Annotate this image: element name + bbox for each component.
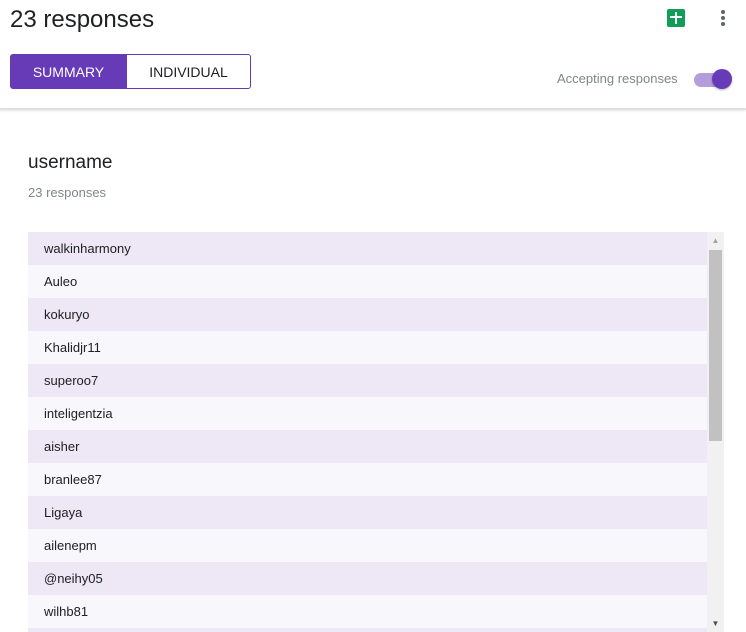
google-sheets-icon[interactable] <box>667 9 685 27</box>
list-item: wilhb81 <box>28 595 707 628</box>
page-title: 23 responses <box>10 6 155 33</box>
list-item: superoo7 <box>28 364 707 397</box>
question-title: username <box>28 152 113 173</box>
accepting-responses-label: Accepting responses <box>557 71 678 86</box>
scroll-down-arrow-icon[interactable]: ▼ <box>707 615 724 632</box>
toggle-thumb <box>712 69 732 89</box>
list-item: kokuryo <box>28 298 707 331</box>
more-dot <box>721 22 725 26</box>
more-dot <box>721 10 725 14</box>
list-item: ailenepm <box>28 529 707 562</box>
header-divider <box>0 108 746 110</box>
list-item: Ligaya <box>28 496 707 529</box>
list-scrollbar[interactable]: ▲ ▼ <box>707 232 724 632</box>
list-item: aisher <box>28 430 707 463</box>
tab-summary[interactable]: SUMMARY <box>10 54 127 89</box>
list-item <box>28 628 707 632</box>
list-item: branlee87 <box>28 463 707 496</box>
list-item: @neihy05 <box>28 562 707 595</box>
scroll-thumb[interactable] <box>709 250 722 441</box>
list-item: walkinharmony <box>28 232 707 265</box>
more-vert-icon[interactable] <box>715 7 731 29</box>
scroll-up-arrow-icon[interactable]: ▲ <box>707 232 724 249</box>
tab-individual[interactable]: INDIVIDUAL <box>127 54 251 89</box>
list-item: Khalidjr11 <box>28 331 707 364</box>
response-count: 23 responses <box>28 185 107 200</box>
sheets-icon-vline <box>675 12 677 24</box>
more-dot <box>721 16 725 20</box>
list-item: inteligentzia <box>28 397 707 430</box>
response-list: walkinharmony Auleo kokuryo Khalidjr11 s… <box>28 232 707 632</box>
accepting-responses-toggle[interactable] <box>694 68 734 90</box>
list-item: Auleo <box>28 265 707 298</box>
sheets-icon-hline <box>670 16 682 18</box>
view-tabs: SUMMARY INDIVIDUAL <box>10 54 251 89</box>
responses-header: 23 responses SUMMARY INDIVIDUAL Acceptin… <box>0 0 746 108</box>
